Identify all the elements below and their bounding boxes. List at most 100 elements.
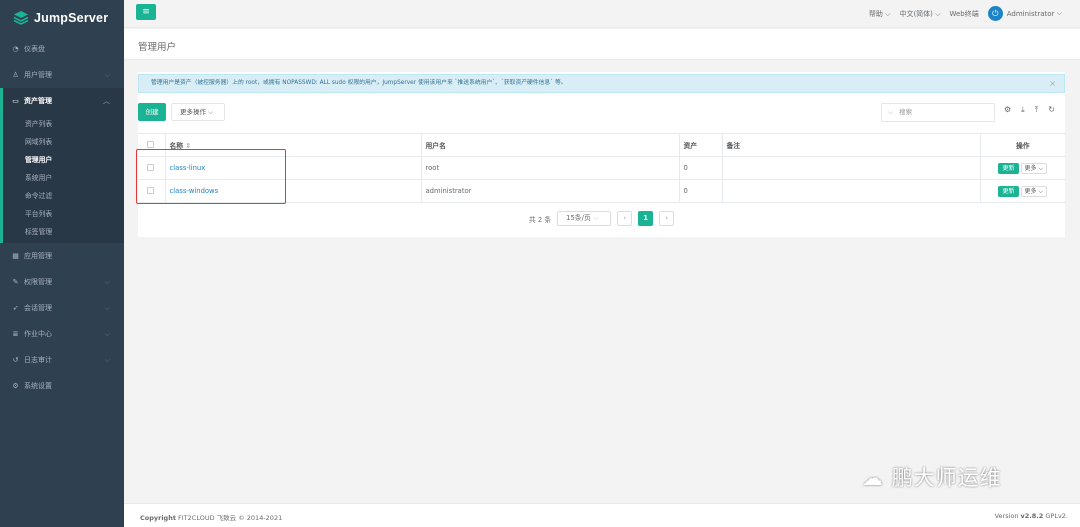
more-label: 更多: [1024, 187, 1037, 195]
refresh-icon[interactable]: ↻: [1048, 105, 1055, 115]
user-menu[interactable]: ⏻ Administrator ⌵: [987, 6, 1062, 21]
chevron-down-icon: ⌵: [1056, 9, 1062, 17]
sidebar-subitem[interactable]: 命令过滤: [3, 186, 124, 204]
username-cell: administrator: [421, 179, 680, 203]
page-button-current[interactable]: 1: [638, 211, 654, 226]
export-icon[interactable]: ⤓: [1021, 105, 1025, 115]
help-menu[interactable]: 帮助 ⌵: [869, 9, 891, 19]
info-alert: 管理用户是资产（被控服务器）上的 root，或拥有 NOPASSWD: ALL …: [138, 74, 1065, 93]
sidebar-item-label: 仪表盘: [24, 45, 45, 53]
version-label: Version: [994, 512, 1021, 520]
chevron-up-icon: ︿: [103, 97, 110, 105]
chevron-down-icon: ⌵: [1038, 187, 1043, 195]
more-dropdown[interactable]: 更多 ⌵: [1020, 162, 1047, 174]
rocket-icon: ➶: [12, 304, 19, 312]
sidebar-subitem[interactable]: 系统用户: [3, 168, 124, 186]
sidebar-item-label: 会话管理: [24, 304, 52, 312]
sidebar-subitem[interactable]: 网域列表: [3, 132, 124, 150]
tasks-icon: ≣: [12, 330, 19, 338]
more-actions-dropdown[interactable]: 更多操作 ⌵: [171, 103, 225, 121]
edit-icon: ✎: [12, 278, 19, 286]
close-icon[interactable]: ×: [1049, 75, 1056, 92]
chevron-down-icon: ⌵: [104, 303, 110, 312]
sidebar-item-items_bottom1[interactable]: ✎ 权限管理 ⌵: [0, 269, 124, 295]
language-label: 中文(简体): [899, 9, 933, 18]
comment-cell: [722, 179, 981, 203]
wechat-icon: ☁: [862, 466, 884, 490]
total-count: 共 2 条: [528, 215, 552, 224]
history-icon: ↺: [12, 356, 19, 364]
more-actions-label: 更多操作: [180, 108, 206, 116]
sidebar-item-label: 用户管理: [24, 71, 52, 79]
more-label: 更多: [1024, 164, 1037, 172]
update-button[interactable]: 更新: [998, 185, 1019, 197]
pagination: 共 2 条 15条/页 ⌵ ‹ 1 ›: [138, 211, 1065, 226]
sidebar-subitem[interactable]: 资产列表: [3, 114, 124, 132]
footer: Copyright FIT2CLOUD 飞致云 © 2014-2021 Vers…: [124, 503, 1080, 527]
actions-cell: 更新 更多 ⌵: [980, 179, 1065, 203]
more-dropdown[interactable]: 更多 ⌵: [1020, 185, 1047, 197]
sidebar: JumpServer ◔ 仪表盘 ♙ 用户管理 ⌵ ▭ 资产管理 ︿ 资产列表 网域列表管…: [0, 0, 124, 527]
version-number: v2.8.2: [1020, 512, 1044, 520]
chevron-down-icon: ⌵: [935, 9, 941, 18]
create-button[interactable]: 创建: [138, 103, 166, 121]
users-icon: ♙: [12, 71, 19, 79]
highlight-annotation-box: [136, 149, 286, 204]
sidebar-item-items_bottom3[interactable]: ≣ 作业中心 ⌵: [0, 321, 124, 347]
chevron-down-icon: ⌵: [592, 214, 598, 222]
menu-icon: ≡: [142, 7, 150, 17]
sidebar-subitem[interactable]: 平台列表: [3, 204, 124, 222]
copyright-text: Copyright FIT2CLOUD 飞致云 © 2014-2021: [140, 512, 282, 522]
chevron-down-icon: ⌵: [104, 355, 110, 364]
sidebar-item-label: 资产管理: [24, 97, 52, 105]
prev-page-button[interactable]: ‹: [617, 211, 633, 226]
actions-cell: 更新 更多 ⌵: [980, 156, 1065, 180]
sidebar-item-items_bottom0[interactable]: ▦ 应用管理: [0, 243, 124, 269]
page-size-select[interactable]: 15条/页 ⌵: [557, 211, 612, 226]
chevron-down-icon: ⌵: [208, 108, 214, 116]
import-icon[interactable]: ⤒: [1035, 105, 1039, 115]
sidebar-item-items_bottom4[interactable]: ↺ 日志审计 ⌵: [0, 347, 124, 373]
sidebar-item-items_top0[interactable]: ◔ 仪表盘: [0, 36, 124, 62]
language-menu[interactable]: 中文(简体) ⌵: [899, 9, 940, 19]
watermark: ☁ 鹏大师运维: [862, 462, 1002, 492]
version-text: Version v2.8.2 GPLv2.: [995, 512, 1068, 520]
sidebar-subitem[interactable]: 管理用户: [3, 150, 124, 168]
search-placeholder: 搜索: [899, 108, 913, 116]
sidebar-toggle-button[interactable]: ≡: [136, 4, 156, 20]
web-terminal-link[interactable]: Web终端: [949, 9, 978, 19]
sidebar-subitem[interactable]: 标签管理: [3, 222, 124, 240]
top-navbar: ≡ 帮助 ⌵ 中文(简体) ⌵ Web终端 ⏻ Administrator ⌵: [124, 0, 1080, 28]
chevron-down-icon: ⌵: [104, 70, 110, 79]
cogs-icon: ⚙: [12, 382, 19, 390]
sidebar-item-asset-management[interactable]: ▭ 资产管理 ︿: [3, 88, 124, 114]
sidebar-item-label: 日志审计: [24, 356, 52, 364]
column-comment: 备注: [722, 133, 981, 157]
page-title: 管理用户: [138, 42, 177, 53]
sidebar-item-label: 系统设置: [24, 382, 52, 390]
settings-icon[interactable]: ⚙: [1004, 105, 1011, 115]
sidebar-item-items_top1[interactable]: ♙ 用户管理 ⌵: [0, 62, 124, 88]
dashboard-icon: ◔: [12, 45, 19, 53]
search-input[interactable]: ⌵ 搜索: [881, 103, 995, 122]
select-all-checkbox[interactable]: [147, 140, 154, 148]
next-page-button[interactable]: ›: [659, 211, 675, 226]
license-text: GPLv2.: [1043, 512, 1068, 520]
sidebar-item-label: 权限管理: [24, 278, 52, 286]
sidebar-item-items_bottom2[interactable]: ➶ 会话管理 ⌵: [0, 295, 124, 321]
page-header: 管理用户: [124, 29, 1080, 60]
app-name: JumpServer: [34, 11, 109, 25]
page-size-label: 15条/页: [566, 214, 591, 222]
sidebar-item-items_bottom5[interactable]: ⚙ 系统设置: [0, 373, 124, 399]
chevron-down-icon: ⌵: [1038, 164, 1043, 172]
avatar: ⏻: [987, 6, 1003, 21]
username-cell: root: [421, 156, 680, 180]
asset-submenu: 资产列表 网域列表 管理用户 系统用户 命令过滤 平台列表 标签管理: [3, 114, 124, 243]
app-logo[interactable]: JumpServer: [0, 0, 124, 36]
user-name: Administrator: [1006, 9, 1055, 18]
chevron-down-icon: ⌵: [104, 277, 110, 286]
update-button[interactable]: 更新: [998, 162, 1019, 174]
jumpserver-logo-icon: [13, 11, 29, 25]
comment-cell: [722, 156, 981, 180]
chevron-down-icon: ⌵: [888, 108, 893, 116]
